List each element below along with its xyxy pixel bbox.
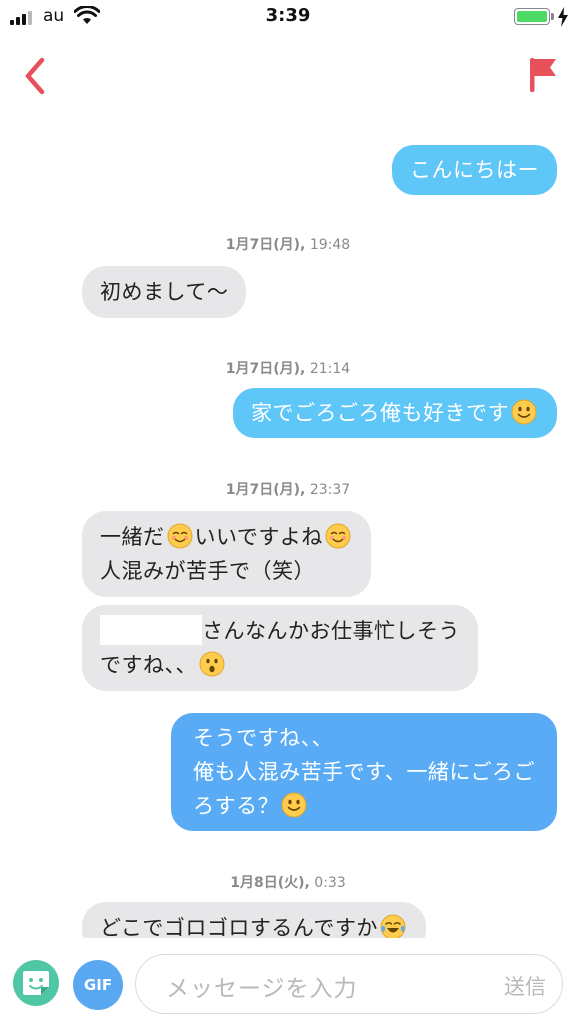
incoming-message[interactable]: さんなんかお仕事忙しそう ですね、、 bbox=[82, 605, 478, 691]
sticker-button[interactable] bbox=[13, 960, 59, 1006]
message-input[interactable]: メッセージを入力 送信 bbox=[135, 954, 563, 1014]
message-text-line: そうですね、、 bbox=[193, 726, 334, 750]
timestamp-date: 1月7日(月), bbox=[225, 361, 306, 377]
timestamp-time: 0:33 bbox=[314, 875, 346, 891]
timestamp: 1月7日(月), 19:48 bbox=[0, 234, 576, 254]
timestamp-time: 21:14 bbox=[309, 361, 351, 377]
report-flag-button[interactable] bbox=[524, 54, 564, 98]
message-text-part: いいですよね bbox=[194, 525, 323, 549]
message-text-line: 人混みが苦手で（笑） bbox=[100, 559, 315, 583]
incoming-message[interactable]: 一緒だ いいですよね 人混みが苦手で（笑） bbox=[82, 511, 371, 597]
message-input-placeholder: メッセージを入力 bbox=[166, 976, 358, 1002]
slight-smile-emoji bbox=[511, 399, 537, 425]
hushed-face-emoji bbox=[199, 651, 225, 677]
slight-smile-emoji bbox=[281, 792, 307, 818]
message-text: こんにちはー bbox=[410, 158, 539, 182]
incoming-message[interactable]: どこでゴロゴロするんですか bbox=[82, 902, 426, 938]
message-text-part: 一緒だ bbox=[100, 525, 165, 549]
timestamp-time: 23:37 bbox=[309, 482, 351, 498]
status-bar: au 3:39 bbox=[0, 0, 576, 34]
timestamp-date: 1月7日(月), bbox=[225, 237, 306, 253]
gif-button[interactable]: GIF bbox=[73, 960, 123, 1010]
status-time: 3:39 bbox=[265, 5, 311, 26]
chat-header bbox=[0, 34, 576, 138]
timestamp: 1月7日(月), 23:37 bbox=[0, 479, 576, 499]
back-button[interactable] bbox=[16, 54, 56, 98]
outgoing-message[interactable]: そうですね、、 俺も人混み苦手です、一緒にごろご ろする？ bbox=[171, 713, 557, 831]
relieved-smile-emoji bbox=[167, 523, 192, 549]
charging-icon bbox=[558, 7, 568, 27]
message-text: 家でごろごろ俺も好きです bbox=[251, 401, 509, 425]
relieved-smile-emoji bbox=[325, 523, 351, 549]
message-text-line: ろする？ bbox=[193, 794, 280, 818]
redacted-name bbox=[100, 615, 202, 645]
battery-tip bbox=[551, 13, 554, 20]
incoming-message[interactable]: 初めまして〜 bbox=[82, 266, 247, 318]
timestamp: 1月7日(月), 21:14 bbox=[0, 358, 576, 378]
outgoing-message[interactable]: こんにちはー bbox=[392, 145, 557, 195]
message-thread[interactable]: こんにちはー 1月7日(月), 19:48 初めまして〜 1月7日(月), 21… bbox=[0, 138, 576, 938]
message-composer: GIF メッセージを入力 送信 bbox=[0, 938, 576, 1024]
timestamp-date: 1月8日(火), bbox=[230, 875, 310, 891]
flag-icon bbox=[530, 58, 556, 92]
timestamp: 1月8日(火), 0:33 bbox=[0, 872, 576, 892]
timestamp-date: 1月7日(月), bbox=[225, 482, 306, 498]
timestamp-time: 19:48 bbox=[309, 237, 351, 253]
outgoing-message[interactable]: 家でごろごろ俺も好きです bbox=[233, 388, 557, 438]
message-text: 初めまして〜 bbox=[100, 280, 229, 304]
message-text: どこでゴロゴロするんですか bbox=[100, 916, 378, 938]
message-text-line: さんなんかお仕事忙しそう bbox=[202, 619, 460, 643]
battery-icon bbox=[514, 8, 550, 25]
send-button[interactable]: 送信 bbox=[504, 971, 546, 1001]
tears-of-joy-emoji bbox=[380, 914, 406, 938]
sticker-icon bbox=[23, 971, 49, 995]
message-text-line: 俺も人混み苦手です、一緒にごろご bbox=[193, 760, 535, 784]
message-text-line: ですね、、 bbox=[100, 653, 197, 677]
chevron-left-icon bbox=[25, 57, 45, 95]
